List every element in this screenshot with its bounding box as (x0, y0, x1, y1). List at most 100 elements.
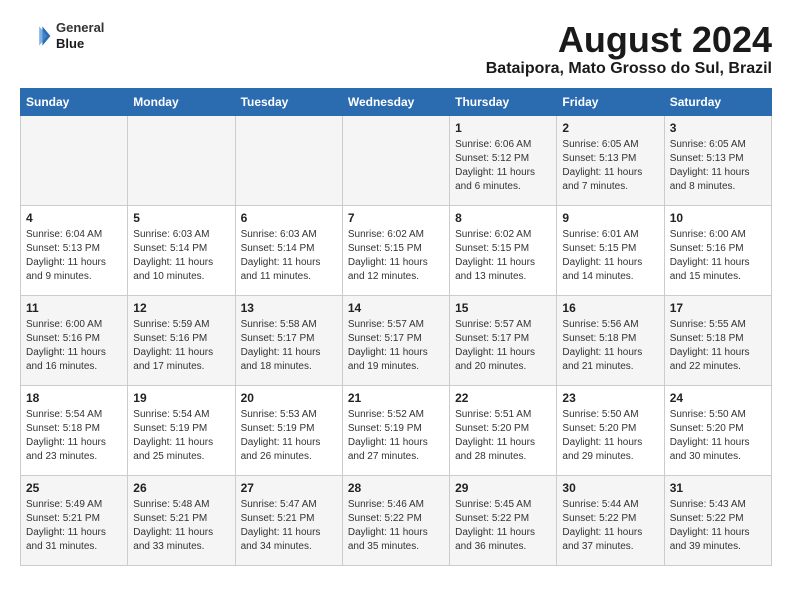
calendar-cell: 31Sunrise: 5:43 AMSunset: 5:22 PMDayligh… (664, 475, 771, 565)
day-info: Sunrise: 5:57 AMSunset: 5:17 PMDaylight:… (455, 318, 551, 374)
logo: General Blue (20, 20, 104, 52)
calendar-cell: 24Sunrise: 5:50 AMSunset: 5:20 PMDayligh… (664, 385, 771, 475)
day-info: Sunrise: 5:45 AMSunset: 5:22 PMDaylight:… (455, 498, 551, 554)
calendar-cell: 9Sunrise: 6:01 AMSunset: 5:15 PMDaylight… (557, 205, 664, 295)
day-info: Sunrise: 5:58 AMSunset: 5:17 PMDaylight:… (241, 318, 337, 374)
day-info: Sunrise: 6:02 AMSunset: 5:15 PMDaylight:… (455, 228, 551, 284)
col-header-saturday: Saturday (664, 88, 771, 115)
calendar-cell: 17Sunrise: 5:55 AMSunset: 5:18 PMDayligh… (664, 295, 771, 385)
day-number: 8 (455, 210, 551, 227)
week-row-3: 11Sunrise: 6:00 AMSunset: 5:16 PMDayligh… (21, 295, 772, 385)
day-number: 29 (455, 480, 551, 497)
day-number: 31 (670, 480, 766, 497)
day-info: Sunrise: 6:02 AMSunset: 5:15 PMDaylight:… (348, 228, 444, 284)
day-number: 20 (241, 390, 337, 407)
day-info: Sunrise: 5:46 AMSunset: 5:22 PMDaylight:… (348, 498, 444, 554)
day-info: Sunrise: 5:51 AMSunset: 5:20 PMDaylight:… (455, 408, 551, 464)
day-info: Sunrise: 5:54 AMSunset: 5:18 PMDaylight:… (26, 408, 122, 464)
day-info: Sunrise: 6:05 AMSunset: 5:13 PMDaylight:… (670, 138, 766, 194)
calendar-cell: 7Sunrise: 6:02 AMSunset: 5:15 PMDaylight… (342, 205, 449, 295)
calendar-cell: 5Sunrise: 6:03 AMSunset: 5:14 PMDaylight… (128, 205, 235, 295)
calendar-cell (128, 115, 235, 205)
calendar-cell: 10Sunrise: 6:00 AMSunset: 5:16 PMDayligh… (664, 205, 771, 295)
calendar-title: August 2024 (486, 20, 772, 60)
day-number: 10 (670, 210, 766, 227)
day-info: Sunrise: 5:53 AMSunset: 5:19 PMDaylight:… (241, 408, 337, 464)
calendar-cell: 26Sunrise: 5:48 AMSunset: 5:21 PMDayligh… (128, 475, 235, 565)
calendar-cell: 25Sunrise: 5:49 AMSunset: 5:21 PMDayligh… (21, 475, 128, 565)
day-info: Sunrise: 6:00 AMSunset: 5:16 PMDaylight:… (670, 228, 766, 284)
calendar-cell: 18Sunrise: 5:54 AMSunset: 5:18 PMDayligh… (21, 385, 128, 475)
day-number: 21 (348, 390, 444, 407)
day-info: Sunrise: 5:57 AMSunset: 5:17 PMDaylight:… (348, 318, 444, 374)
week-row-1: 1Sunrise: 6:06 AMSunset: 5:12 PMDaylight… (21, 115, 772, 205)
day-info: Sunrise: 5:48 AMSunset: 5:21 PMDaylight:… (133, 498, 229, 554)
day-number: 16 (562, 300, 658, 317)
calendar-cell: 28Sunrise: 5:46 AMSunset: 5:22 PMDayligh… (342, 475, 449, 565)
calendar-cell: 4Sunrise: 6:04 AMSunset: 5:13 PMDaylight… (21, 205, 128, 295)
day-info: Sunrise: 5:55 AMSunset: 5:18 PMDaylight:… (670, 318, 766, 374)
calendar-cell (235, 115, 342, 205)
day-info: Sunrise: 5:50 AMSunset: 5:20 PMDaylight:… (670, 408, 766, 464)
day-info: Sunrise: 6:01 AMSunset: 5:15 PMDaylight:… (562, 228, 658, 284)
title-block: August 2024 Bataipora, Mato Grosso do Su… (486, 20, 772, 78)
day-info: Sunrise: 6:00 AMSunset: 5:16 PMDaylight:… (26, 318, 122, 374)
calendar-cell: 29Sunrise: 5:45 AMSunset: 5:22 PMDayligh… (450, 475, 557, 565)
calendar-cell: 3Sunrise: 6:05 AMSunset: 5:13 PMDaylight… (664, 115, 771, 205)
day-number: 7 (348, 210, 444, 227)
calendar-cell: 23Sunrise: 5:50 AMSunset: 5:20 PMDayligh… (557, 385, 664, 475)
calendar-cell: 12Sunrise: 5:59 AMSunset: 5:16 PMDayligh… (128, 295, 235, 385)
calendar-cell: 1Sunrise: 6:06 AMSunset: 5:12 PMDaylight… (450, 115, 557, 205)
day-number: 28 (348, 480, 444, 497)
logo-text: General Blue (56, 20, 104, 51)
logo-icon (20, 20, 52, 52)
col-header-sunday: Sunday (21, 88, 128, 115)
day-info: Sunrise: 5:52 AMSunset: 5:19 PMDaylight:… (348, 408, 444, 464)
day-number: 12 (133, 300, 229, 317)
day-info: Sunrise: 5:54 AMSunset: 5:19 PMDaylight:… (133, 408, 229, 464)
day-info: Sunrise: 5:47 AMSunset: 5:21 PMDaylight:… (241, 498, 337, 554)
day-number: 26 (133, 480, 229, 497)
day-info: Sunrise: 5:59 AMSunset: 5:16 PMDaylight:… (133, 318, 229, 374)
calendar-cell: 6Sunrise: 6:03 AMSunset: 5:14 PMDaylight… (235, 205, 342, 295)
calendar-table: SundayMondayTuesdayWednesdayThursdayFrid… (20, 88, 772, 566)
calendar-subtitle: Bataipora, Mato Grosso do Sul, Brazil (486, 60, 772, 78)
page-header: General Blue August 2024 Bataipora, Mato… (20, 20, 772, 78)
col-header-tuesday: Tuesday (235, 88, 342, 115)
calendar-cell: 30Sunrise: 5:44 AMSunset: 5:22 PMDayligh… (557, 475, 664, 565)
calendar-cell (342, 115, 449, 205)
day-info: Sunrise: 5:49 AMSunset: 5:21 PMDaylight:… (26, 498, 122, 554)
day-number: 24 (670, 390, 766, 407)
day-info: Sunrise: 5:43 AMSunset: 5:22 PMDaylight:… (670, 498, 766, 554)
week-row-2: 4Sunrise: 6:04 AMSunset: 5:13 PMDaylight… (21, 205, 772, 295)
day-number: 14 (348, 300, 444, 317)
col-header-thursday: Thursday (450, 88, 557, 115)
day-number: 1 (455, 120, 551, 137)
calendar-cell: 22Sunrise: 5:51 AMSunset: 5:20 PMDayligh… (450, 385, 557, 475)
day-number: 19 (133, 390, 229, 407)
day-info: Sunrise: 6:03 AMSunset: 5:14 PMDaylight:… (133, 228, 229, 284)
day-info: Sunrise: 5:56 AMSunset: 5:18 PMDaylight:… (562, 318, 658, 374)
calendar-header-row: SundayMondayTuesdayWednesdayThursdayFrid… (21, 88, 772, 115)
calendar-cell: 27Sunrise: 5:47 AMSunset: 5:21 PMDayligh… (235, 475, 342, 565)
calendar-cell: 21Sunrise: 5:52 AMSunset: 5:19 PMDayligh… (342, 385, 449, 475)
day-number: 27 (241, 480, 337, 497)
calendar-cell: 20Sunrise: 5:53 AMSunset: 5:19 PMDayligh… (235, 385, 342, 475)
calendar-cell: 11Sunrise: 6:00 AMSunset: 5:16 PMDayligh… (21, 295, 128, 385)
col-header-wednesday: Wednesday (342, 88, 449, 115)
day-number: 2 (562, 120, 658, 137)
day-info: Sunrise: 6:06 AMSunset: 5:12 PMDaylight:… (455, 138, 551, 194)
calendar-cell: 16Sunrise: 5:56 AMSunset: 5:18 PMDayligh… (557, 295, 664, 385)
day-number: 3 (670, 120, 766, 137)
col-header-monday: Monday (128, 88, 235, 115)
col-header-friday: Friday (557, 88, 664, 115)
day-number: 4 (26, 210, 122, 227)
day-number: 11 (26, 300, 122, 317)
day-number: 15 (455, 300, 551, 317)
day-number: 25 (26, 480, 122, 497)
day-number: 6 (241, 210, 337, 227)
calendar-cell: 13Sunrise: 5:58 AMSunset: 5:17 PMDayligh… (235, 295, 342, 385)
calendar-cell (21, 115, 128, 205)
day-number: 17 (670, 300, 766, 317)
day-number: 18 (26, 390, 122, 407)
